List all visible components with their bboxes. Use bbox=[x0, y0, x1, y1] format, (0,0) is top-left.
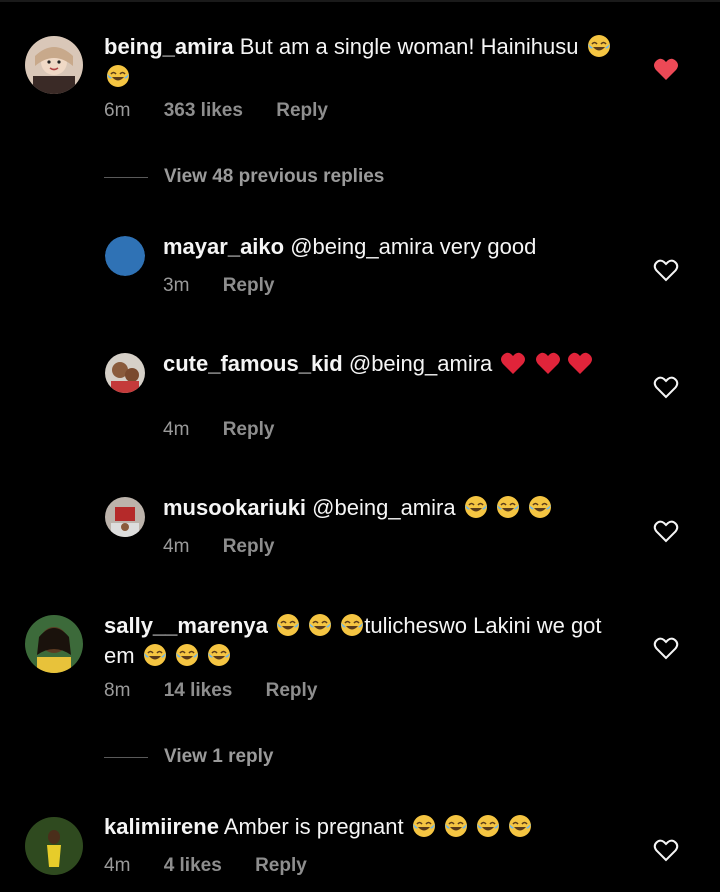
comment-body: cute_famous_kid @being_amira bbox=[163, 349, 633, 379]
comment-body: mayar_aiko @being_amira very good bbox=[163, 232, 633, 262]
reply-button[interactable]: Reply bbox=[255, 855, 307, 876]
comment-time: 6m bbox=[104, 100, 131, 121]
view-previous-replies-button[interactable]: View 48 previous replies bbox=[104, 166, 384, 188]
reply-button[interactable]: Reply bbox=[223, 536, 275, 557]
reply-divider bbox=[104, 756, 148, 758]
reply-button[interactable]: Reply bbox=[276, 100, 328, 121]
comment-meta: 3m Reply bbox=[163, 275, 302, 297]
avatar[interactable] bbox=[25, 615, 83, 673]
view-replies-label[interactable]: View 1 reply bbox=[164, 746, 274, 768]
comment-time: 8m bbox=[104, 680, 131, 701]
tears-of-joy-emoji bbox=[207, 643, 231, 667]
comment-meta: 8m 14 likes Reply bbox=[104, 680, 345, 702]
reply-button[interactable]: Reply bbox=[223, 275, 275, 296]
tears-of-joy-emoji bbox=[412, 814, 436, 838]
reply-button[interactable]: Reply bbox=[223, 419, 275, 440]
red-heart-emoji bbox=[500, 351, 526, 375]
likes-count[interactable]: 14 likes bbox=[164, 680, 233, 701]
avatar[interactable] bbox=[25, 817, 83, 875]
comment-text: But am a single woman! Hainihusu bbox=[239, 34, 579, 59]
heart-outline-icon[interactable] bbox=[653, 838, 679, 862]
comment-username[interactable]: kalimiirene bbox=[104, 814, 219, 839]
likes-count[interactable]: 363 likes bbox=[164, 100, 243, 121]
comment-time: 4m bbox=[163, 536, 190, 557]
tears-of-joy-emoji bbox=[340, 613, 364, 637]
comment-text: @being_amira bbox=[348, 351, 493, 376]
tears-of-joy-emoji bbox=[143, 643, 167, 667]
tears-of-joy-emoji bbox=[175, 643, 199, 667]
comment-username[interactable]: being_amira bbox=[104, 34, 234, 59]
heart-outline-icon[interactable] bbox=[653, 375, 679, 399]
comment-username[interactable]: musookariuki bbox=[163, 495, 306, 520]
comment-time: 4m bbox=[163, 419, 190, 440]
comment-body: kalimiirene Amber is pregnant bbox=[104, 812, 624, 842]
tears-of-joy-emoji bbox=[587, 34, 611, 58]
tears-of-joy-emoji bbox=[106, 64, 130, 88]
comment-text: Amber is pregnant bbox=[223, 814, 404, 839]
comment-meta: 4m 4 likes Reply bbox=[104, 855, 335, 877]
tears-of-joy-emoji bbox=[496, 495, 520, 519]
comment-username[interactable]: sally__marenya bbox=[104, 613, 268, 638]
comment-time: 3m bbox=[163, 275, 190, 296]
comment-username[interactable]: mayar_aiko bbox=[163, 234, 284, 259]
tears-of-joy-emoji bbox=[508, 814, 532, 838]
heart-outline-icon[interactable] bbox=[653, 258, 679, 282]
comment-meta: 4m Reply bbox=[163, 419, 302, 441]
tears-of-joy-emoji bbox=[464, 495, 488, 519]
view-replies-button[interactable]: View 1 reply bbox=[104, 746, 274, 768]
red-heart-emoji bbox=[535, 351, 561, 375]
likes-count[interactable]: 4 likes bbox=[164, 855, 222, 876]
heart-filled-icon[interactable] bbox=[653, 57, 679, 81]
reply-divider bbox=[104, 176, 148, 178]
avatar[interactable] bbox=[105, 353, 145, 393]
avatar[interactable] bbox=[105, 236, 145, 276]
avatar[interactable] bbox=[25, 36, 83, 94]
heart-outline-icon[interactable] bbox=[653, 519, 679, 543]
heart-outline-icon[interactable] bbox=[653, 636, 679, 660]
top-divider bbox=[0, 0, 720, 2]
comment-text: @being_amira very good bbox=[290, 234, 537, 259]
comment-body: being_amira But am a single woman! Haini… bbox=[104, 32, 624, 92]
red-heart-emoji bbox=[567, 351, 593, 375]
reply-button[interactable]: Reply bbox=[266, 680, 318, 701]
comment-text: @being_amira bbox=[312, 495, 456, 520]
comment-meta: 4m Reply bbox=[163, 536, 302, 558]
avatar[interactable] bbox=[105, 497, 145, 537]
comment-time: 4m bbox=[104, 855, 131, 876]
tears-of-joy-emoji bbox=[476, 814, 500, 838]
tears-of-joy-emoji bbox=[276, 613, 300, 637]
comment-username[interactable]: cute_famous_kid bbox=[163, 351, 343, 376]
view-replies-label[interactable]: View 48 previous replies bbox=[164, 166, 384, 188]
comment-body: sally__marenya tulicheswo Lakini we got … bbox=[104, 611, 624, 671]
tears-of-joy-emoji bbox=[444, 814, 468, 838]
comment-meta: 6m 363 likes Reply bbox=[104, 100, 356, 122]
tears-of-joy-emoji bbox=[308, 613, 332, 637]
comment-body: musookariuki @being_amira bbox=[163, 493, 633, 523]
tears-of-joy-emoji bbox=[528, 495, 552, 519]
